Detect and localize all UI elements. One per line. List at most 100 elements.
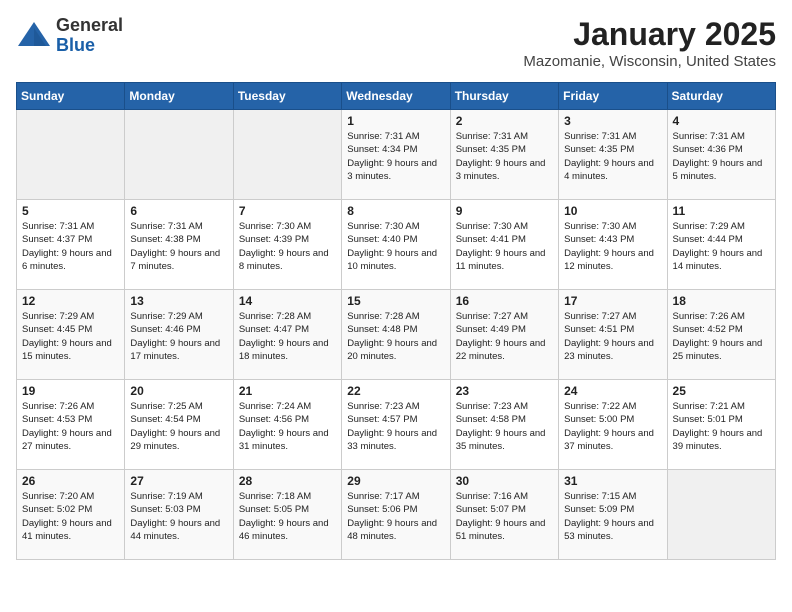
cell-content: Sunrise: 7:23 AMSunset: 4:57 PMDaylight:… <box>347 400 444 453</box>
day-number: 5 <box>22 204 119 218</box>
calendar-cell: 12 Sunrise: 7:29 AMSunset: 4:45 PMDayligh… <box>17 290 125 380</box>
page-header: General Blue January 2025 Mazomanie, Wis… <box>16 16 776 70</box>
day-number: 9 <box>456 204 553 218</box>
day-number: 13 <box>130 294 227 308</box>
day-number: 6 <box>130 204 227 218</box>
cell-content: Sunrise: 7:30 AMSunset: 4:43 PMDaylight:… <box>564 220 661 273</box>
day-number: 4 <box>673 114 770 128</box>
calendar-cell: 13 Sunrise: 7:29 AMSunset: 4:46 PMDayligh… <box>125 290 233 380</box>
calendar-week-row: 26Sunrise: 7:20 AMSunset: 5:02 PMDayligh… <box>17 470 776 560</box>
day-number: 14 <box>239 294 336 308</box>
cell-content: Sunrise: 7:20 AMSunset: 5:02 PMDaylight:… <box>22 490 119 543</box>
calendar-cell: 3 Sunrise: 7:31 AMSunset: 4:35 PMDaylight… <box>559 110 667 200</box>
calendar-table: SundayMondayTuesdayWednesdayThursdayFrid… <box>16 82 776 560</box>
calendar-cell: 28 Sunrise: 7:18 AMSunset: 5:05 PMDayligh… <box>233 470 341 560</box>
day-number: 29 <box>347 474 444 488</box>
day-number: 28 <box>239 474 336 488</box>
header-wednesday: Wednesday <box>342 83 450 110</box>
calendar-cell: 26Sunrise: 7:20 AMSunset: 5:02 PMDayligh… <box>17 470 125 560</box>
calendar-header-row: SundayMondayTuesdayWednesdayThursdayFrid… <box>17 83 776 110</box>
cell-content: Sunrise: 7:31 AMSunset: 4:34 PMDaylight:… <box>347 130 444 183</box>
calendar-cell: 15 Sunrise: 7:28 AMSunset: 4:48 PMDayligh… <box>342 290 450 380</box>
cell-content: Sunrise: 7:18 AMSunset: 5:05 PMDaylight:… <box>239 490 336 543</box>
day-number: 21 <box>239 384 336 398</box>
calendar-cell: 22 Sunrise: 7:23 AMSunset: 4:57 PMDayligh… <box>342 380 450 470</box>
cell-content: Sunrise: 7:22 AMSunset: 5:00 PMDaylight:… <box>564 400 661 453</box>
cell-content: Sunrise: 7:28 AMSunset: 4:48 PMDaylight:… <box>347 310 444 363</box>
month-title: January 2025 <box>523 16 776 53</box>
day-number: 15 <box>347 294 444 308</box>
calendar-cell: 6Sunrise: 7:31 AMSunset: 4:38 PMDaylight… <box>125 200 233 290</box>
cell-content: Sunrise: 7:16 AMSunset: 5:07 PMDaylight:… <box>456 490 553 543</box>
cell-content: Sunrise: 7:23 AMSunset: 4:58 PMDaylight:… <box>456 400 553 453</box>
cell-content: Sunrise: 7:31 AMSunset: 4:35 PMDaylight:… <box>456 130 553 183</box>
day-number: 23 <box>456 384 553 398</box>
cell-content: Sunrise: 7:29 AMSunset: 4:44 PMDaylight:… <box>673 220 770 273</box>
calendar-cell: 8Sunrise: 7:30 AMSunset: 4:40 PMDaylight… <box>342 200 450 290</box>
day-number: 27 <box>130 474 227 488</box>
day-number: 10 <box>564 204 661 218</box>
cell-content: Sunrise: 7:19 AMSunset: 5:03 PMDaylight:… <box>130 490 227 543</box>
calendar-cell <box>17 110 125 200</box>
calendar-cell: 5 Sunrise: 7:31 AMSunset: 4:37 PMDaylight… <box>17 200 125 290</box>
cell-content: Sunrise: 7:24 AMSunset: 4:56 PMDaylight:… <box>239 400 336 453</box>
header-sunday: Sunday <box>17 83 125 110</box>
logo-icon <box>16 18 52 54</box>
calendar-week-row: 19 Sunrise: 7:26 AMSunset: 4:53 PMDayligh… <box>17 380 776 470</box>
cell-content: Sunrise: 7:30 AMSunset: 4:39 PMDaylight:… <box>239 220 336 273</box>
calendar-cell: 31Sunrise: 7:15 AMSunset: 5:09 PMDayligh… <box>559 470 667 560</box>
calendar-cell: 29Sunrise: 7:17 AMSunset: 5:06 PMDayligh… <box>342 470 450 560</box>
calendar-cell: 21 Sunrise: 7:24 AMSunset: 4:56 PMDayligh… <box>233 380 341 470</box>
calendar-cell: 18 Sunrise: 7:26 AMSunset: 4:52 PMDayligh… <box>667 290 775 380</box>
logo-text: General Blue <box>56 16 123 56</box>
cell-content: Sunrise: 7:26 AMSunset: 4:52 PMDaylight:… <box>673 310 770 363</box>
day-number: 12 <box>22 294 119 308</box>
calendar-cell: 16Sunrise: 7:27 AMSunset: 4:49 PMDayligh… <box>450 290 558 380</box>
location: Mazomanie, Wisconsin, United States <box>523 53 776 70</box>
logo-blue-text: Blue <box>56 36 123 56</box>
cell-content: Sunrise: 7:15 AMSunset: 5:09 PMDaylight:… <box>564 490 661 543</box>
cell-content: Sunrise: 7:26 AMSunset: 4:53 PMDaylight:… <box>22 400 119 453</box>
calendar-week-row: 1 Sunrise: 7:31 AMSunset: 4:34 PMDaylight… <box>17 110 776 200</box>
day-number: 22 <box>347 384 444 398</box>
cell-content: Sunrise: 7:27 AMSunset: 4:51 PMDaylight:… <box>564 310 661 363</box>
day-number: 25 <box>673 384 770 398</box>
header-friday: Friday <box>559 83 667 110</box>
calendar-week-row: 12 Sunrise: 7:29 AMSunset: 4:45 PMDayligh… <box>17 290 776 380</box>
logo-general-text: General <box>56 16 123 36</box>
header-thursday: Thursday <box>450 83 558 110</box>
calendar-cell: 2 Sunrise: 7:31 AMSunset: 4:35 PMDaylight… <box>450 110 558 200</box>
cell-content: Sunrise: 7:30 AMSunset: 4:40 PMDaylight:… <box>347 220 444 273</box>
calendar-cell: 7 Sunrise: 7:30 AMSunset: 4:39 PMDaylight… <box>233 200 341 290</box>
day-number: 7 <box>239 204 336 218</box>
cell-content: Sunrise: 7:31 AMSunset: 4:35 PMDaylight:… <box>564 130 661 183</box>
calendar-cell: 11 Sunrise: 7:29 AMSunset: 4:44 PMDayligh… <box>667 200 775 290</box>
day-number: 3 <box>564 114 661 128</box>
calendar-cell <box>233 110 341 200</box>
day-number: 11 <box>673 204 770 218</box>
day-number: 2 <box>456 114 553 128</box>
cell-content: Sunrise: 7:27 AMSunset: 4:49 PMDaylight:… <box>456 310 553 363</box>
header-saturday: Saturday <box>667 83 775 110</box>
calendar-cell <box>125 110 233 200</box>
calendar-cell <box>667 470 775 560</box>
cell-content: Sunrise: 7:25 AMSunset: 4:54 PMDaylight:… <box>130 400 227 453</box>
cell-content: Sunrise: 7:31 AMSunset: 4:37 PMDaylight:… <box>22 220 119 273</box>
cell-content: Sunrise: 7:31 AMSunset: 4:36 PMDaylight:… <box>673 130 770 183</box>
calendar-cell: 17 Sunrise: 7:27 AMSunset: 4:51 PMDayligh… <box>559 290 667 380</box>
calendar-cell: 24Sunrise: 7:22 AMSunset: 5:00 PMDayligh… <box>559 380 667 470</box>
calendar-cell: 10 Sunrise: 7:30 AMSunset: 4:43 PMDayligh… <box>559 200 667 290</box>
header-monday: Monday <box>125 83 233 110</box>
calendar-cell: 20Sunrise: 7:25 AMSunset: 4:54 PMDayligh… <box>125 380 233 470</box>
cell-content: Sunrise: 7:29 AMSunset: 4:46 PMDaylight:… <box>130 310 227 363</box>
calendar-cell: 27 Sunrise: 7:19 AMSunset: 5:03 PMDayligh… <box>125 470 233 560</box>
day-number: 1 <box>347 114 444 128</box>
calendar-cell: 14Sunrise: 7:28 AMSunset: 4:47 PMDayligh… <box>233 290 341 380</box>
calendar-cell: 9Sunrise: 7:30 AMSunset: 4:41 PMDaylight… <box>450 200 558 290</box>
logo: General Blue <box>16 16 123 56</box>
calendar-cell: 25Sunrise: 7:21 AMSunset: 5:01 PMDayligh… <box>667 380 775 470</box>
cell-content: Sunrise: 7:29 AMSunset: 4:45 PMDaylight:… <box>22 310 119 363</box>
day-number: 17 <box>564 294 661 308</box>
day-number: 19 <box>22 384 119 398</box>
day-number: 18 <box>673 294 770 308</box>
